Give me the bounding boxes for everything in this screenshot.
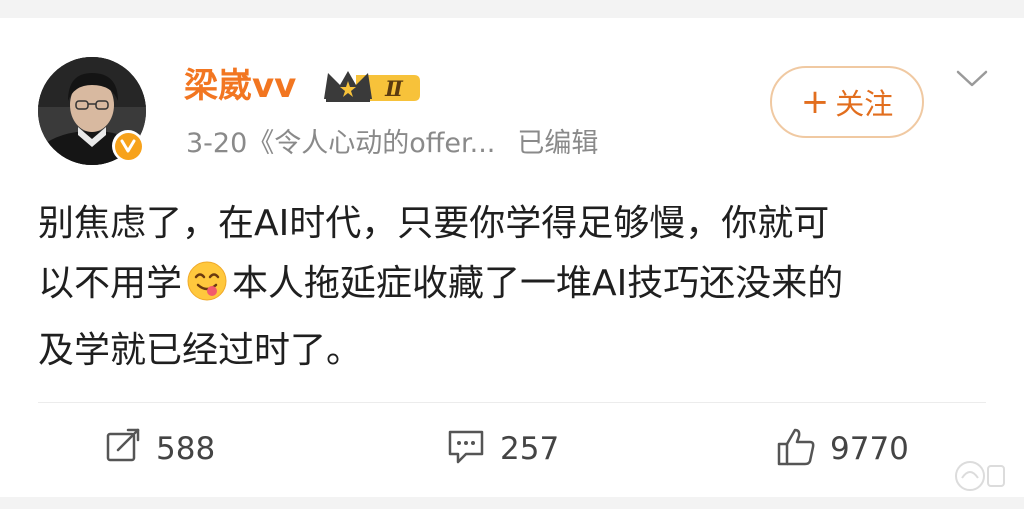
post-line-2: 以不用学 本人拖延症收藏了一堆AI技巧还没来的: [38, 254, 988, 321]
post-body: 别焦虑了，在AI时代，只要你学得足够慢，你就可 以不用学 本人拖延症收藏了一堆A…: [38, 194, 988, 381]
post-date: 3-20: [186, 128, 248, 159]
post-line-3: 及学就已经过时了。: [38, 330, 363, 371]
edited-label[interactable]: 已编辑: [517, 128, 598, 159]
verified-badge-icon: [112, 130, 144, 162]
post-line-2-rest: 本人拖延症收藏了一堆AI技巧还没来的: [232, 263, 844, 304]
bottom-strip: [0, 497, 1024, 509]
thumbs-up-icon: [776, 427, 816, 471]
comment-count: 257: [500, 431, 560, 467]
repost-count: 588: [156, 431, 216, 467]
post-meta: 3-20《令人心动的offer... 已编辑: [186, 124, 598, 164]
level-number: Ⅱ: [384, 76, 404, 101]
post-line-1: 别焦虑了，在AI时代，只要你学得足够慢，你就可: [38, 203, 830, 244]
yum-face-emoji-icon: [186, 260, 228, 321]
like-button[interactable]: 9770: [776, 425, 909, 473]
repost-icon: [104, 428, 142, 470]
post-line-2-text: 以不用学: [38, 263, 183, 304]
divider: [38, 402, 986, 403]
top-strip: [0, 0, 1024, 18]
post-source[interactable]: 《令人心动的offer...: [247, 128, 495, 159]
comment-icon: [446, 428, 486, 470]
chevron-down-icon[interactable]: [954, 66, 990, 94]
like-count: 9770: [830, 431, 909, 467]
username[interactable]: 梁崴vv: [184, 64, 296, 108]
follow-button[interactable]: + 关注: [770, 66, 924, 138]
member-level-badge[interactable]: Ⅱ: [322, 67, 422, 111]
repost-button[interactable]: 588: [104, 425, 215, 473]
watermark-icon: [952, 458, 1008, 498]
plus-icon: +: [800, 82, 830, 122]
follow-label: 关注: [835, 87, 894, 121]
comment-button[interactable]: 257: [446, 425, 559, 473]
